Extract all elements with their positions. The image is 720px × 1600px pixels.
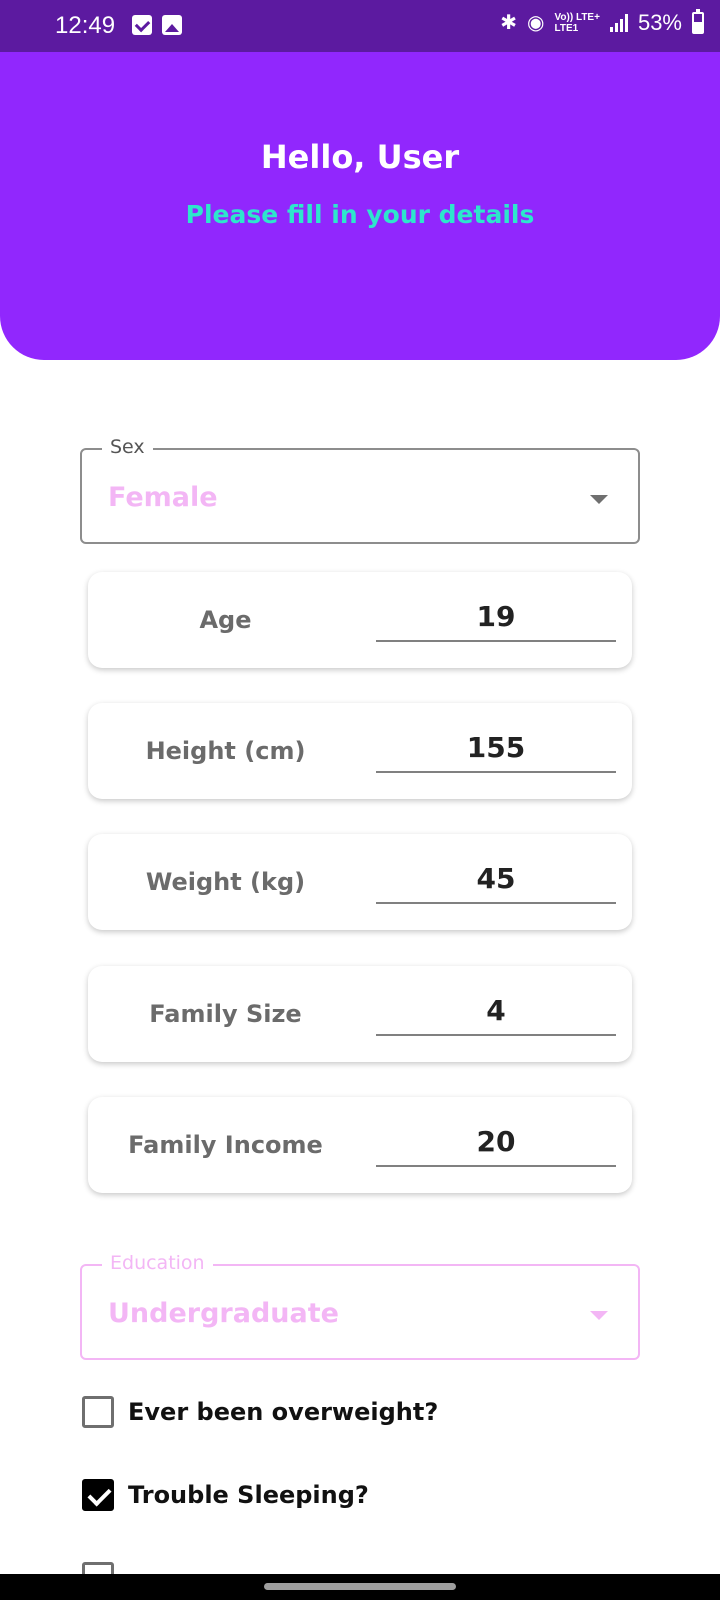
status-time: 12:49 [55,12,116,39]
age-label: Age [199,606,252,634]
height-input[interactable]: 155 [376,727,616,773]
family-size-label: Family Size [149,1000,302,1028]
dropdown-arrow-icon [590,1311,608,1320]
trouble-sleeping-checkbox[interactable] [82,1479,114,1511]
bluetooth-icon: ✱ [500,12,518,34]
signal-icon [609,14,628,32]
age-card: Age 19 [88,572,632,668]
family-income-card: Family Income 20 [88,1097,632,1193]
sex-dropdown-value: Female [108,482,218,513]
trouble-sleeping-checkbox-label[interactable]: Trouble Sleeping? [128,1481,369,1509]
hotspot-icon: ◉ [527,12,545,34]
network-indicator: Vo)) LTE+ LTE1 [554,12,599,34]
dropdown-arrow-icon [590,495,608,504]
weight-input[interactable]: 45 [376,858,616,904]
home-gesture-handle[interactable] [264,1583,456,1590]
weight-card: Weight (kg) 45 [88,834,632,930]
education-dropdown-value: Undergraduate [108,1298,339,1329]
greeting-subtitle: Please fill in your details [185,200,535,229]
family-size-input[interactable]: 4 [376,990,616,1036]
greeting-title: Hello, User [260,138,460,176]
overweight-checkbox-row[interactable]: Ever been overweight? [82,1396,438,1428]
system-nav-bar [0,1574,720,1600]
network-bottom-text: LTE1 [554,23,579,34]
sex-dropdown[interactable]: Sex Female [80,436,640,544]
checkbox-notification-icon [132,15,152,35]
height-label: Height (cm) [145,737,306,765]
education-dropdown[interactable]: Education Undergraduate [80,1252,640,1360]
height-card: Height (cm) 155 [88,703,632,799]
battery-icon [692,9,704,34]
education-dropdown-label: Education [102,1252,213,1274]
family-income-input[interactable]: 20 [376,1121,616,1167]
trouble-sleeping-checkbox-row[interactable]: Trouble Sleeping? [82,1479,369,1511]
overweight-checkbox-label[interactable]: Ever been overweight? [128,1398,438,1426]
battery-percent: 53% [637,10,682,35]
family-income-label: Family Income [128,1131,323,1159]
weight-label: Weight (kg) [145,868,306,896]
sex-dropdown-label: Sex [102,436,153,458]
network-top-text: Vo)) LTE+ [554,12,600,23]
family-size-card: Family Size 4 [88,966,632,1062]
age-input[interactable]: 19 [376,596,616,642]
overweight-checkbox[interactable] [82,1396,114,1428]
status-bar: 12:49 ✱ ◉ Vo)) LTE+ LTE1 53% [0,0,720,52]
header-banner: Hello, User Please fill in your details [0,52,720,360]
image-notification-icon [162,15,182,35]
